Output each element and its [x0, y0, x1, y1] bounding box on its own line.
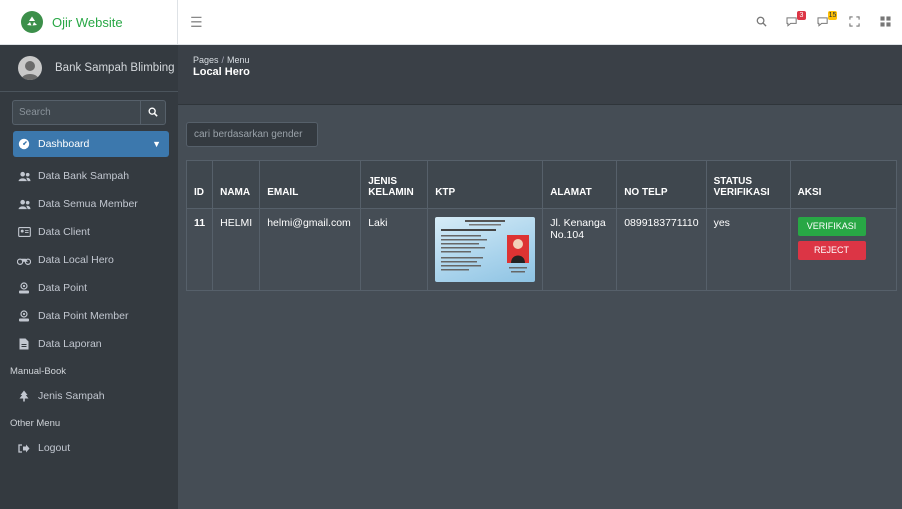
- apps-grid-icon[interactable]: [876, 15, 894, 30]
- id-card-icon: [17, 227, 31, 237]
- sidebar-item-label: Data Laporan: [38, 338, 102, 350]
- user-badge-icon: [17, 282, 31, 294]
- column-header-nama: NAMA: [212, 160, 261, 209]
- logout-icon: [17, 443, 31, 454]
- user-badge-icon: [17, 310, 31, 322]
- nav-header-other-menu: Other Menu: [10, 417, 61, 429]
- cell-status-verifikasi: yes: [705, 208, 791, 291]
- sidebar-item-dashboard[interactable]: Dashboard ▼: [13, 131, 169, 157]
- sidebar-item-data-semua-member[interactable]: Data Semua Member: [13, 191, 169, 217]
- local-hero-table: ID NAMA EMAIL JENIS KELAMIN KTP ALAMAT N…: [185, 160, 898, 291]
- brand-name: Ojir Website: [52, 14, 123, 30]
- messages-icon[interactable]: 3: [783, 10, 806, 30]
- tree-icon: [17, 390, 31, 402]
- reject-button[interactable]: REJECT: [797, 241, 866, 260]
- cell-aksi: VERIFIKASI REJECT: [789, 208, 898, 291]
- dashboard-icon: [17, 138, 31, 150]
- sidebar-item-label: Data Point Member: [38, 310, 129, 322]
- sidebar-item-label: Data Bank Sampah: [38, 170, 130, 182]
- hamburger-icon[interactable]: ☰: [190, 14, 203, 31]
- sidebar-search-input[interactable]: [12, 100, 140, 125]
- top-icon-group: 3 15: [752, 0, 894, 45]
- sidebar-item-label: Logout: [38, 442, 71, 454]
- column-header-email: EMAIL: [259, 160, 362, 209]
- cell-alamat: Jl. Kenanga No.104: [542, 208, 618, 291]
- breadcrumb-pages[interactable]: Pages: [193, 55, 219, 65]
- sidebar-search-button[interactable]: [140, 100, 166, 125]
- cell-nama: HELMI: [212, 208, 261, 291]
- messages-badge: 3: [797, 10, 806, 20]
- nav-header-manual-book: Manual-Book: [10, 365, 66, 377]
- chevron-down-icon: ▼: [152, 139, 161, 149]
- top-navbar: ☰ 3 15: [178, 0, 902, 45]
- users-icon: [17, 199, 31, 210]
- sidebar-item-jenis-sampah[interactable]: Jenis Sampah: [13, 383, 169, 409]
- column-header-no-telp: NO TELP: [616, 160, 707, 209]
- sidebar-item-logout[interactable]: Logout: [13, 435, 169, 461]
- breadcrumb-separator: /: [221, 55, 225, 65]
- column-header-aksi: AKSI: [789, 160, 898, 209]
- column-header-alamat: ALAMAT: [542, 160, 618, 209]
- document-icon: [17, 338, 31, 350]
- sidebar-item-label: Data Client: [38, 226, 90, 238]
- verify-button[interactable]: VERIFIKASI: [797, 217, 866, 236]
- page-title: Local Hero: [193, 66, 250, 78]
- users-icon: [17, 171, 31, 182]
- cell-id: 11: [185, 208, 214, 291]
- column-header-jenis-kelamin: JENIS KELAMIN: [360, 160, 429, 209]
- search-icon: [148, 105, 158, 120]
- fullscreen-icon[interactable]: [845, 15, 863, 30]
- sidebar: Bank Sampah Blimbing Dashboard ▼ Data Ba…: [0, 45, 178, 509]
- cell-email: helmi@gmail.com: [259, 208, 362, 291]
- gender-filter-input[interactable]: [186, 122, 318, 147]
- table-header-row: ID NAMA EMAIL JENIS KELAMIN KTP ALAMAT N…: [185, 160, 898, 209]
- avatar: [18, 56, 42, 80]
- user-name: Bank Sampah Blimbing: [55, 62, 175, 74]
- column-header-ktp: KTP: [427, 160, 544, 209]
- table-row: 11 HELMI helmi@gmail.com Laki Jl. Kenang…: [185, 208, 898, 291]
- sidebar-item-data-bank-sampah[interactable]: Data Bank Sampah: [13, 163, 169, 189]
- column-header-status-verifikasi: STATUS VERIFIKASI: [705, 160, 791, 209]
- notifications-icon[interactable]: 15: [814, 10, 837, 30]
- sidebar-search: [12, 100, 166, 125]
- sidebar-item-label: Data Point: [38, 282, 88, 294]
- cell-jenis-kelamin: Laki: [360, 208, 429, 291]
- sidebar-item-data-point[interactable]: Data Point: [13, 275, 169, 301]
- sidebar-item-label: Data Semua Member: [38, 198, 138, 210]
- sidebar-item-label: Data Local Hero: [38, 254, 114, 266]
- sidebar-item-label: Dashboard: [38, 138, 90, 150]
- sidebar-nav: Dashboard ▼ Data Bank Sampah Data Semua …: [0, 131, 178, 461]
- content-header: Pages / Menu Local Hero: [178, 45, 902, 105]
- motorcycle-icon: [17, 255, 31, 265]
- sidebar-item-label: Jenis Sampah: [38, 390, 105, 402]
- cell-ktp: [427, 208, 544, 291]
- search-icon[interactable]: [752, 16, 770, 30]
- sidebar-item-data-client[interactable]: Data Client: [13, 219, 169, 245]
- recycle-logo-icon: [21, 11, 43, 33]
- ktp-image[interactable]: [435, 217, 536, 282]
- notifications-badge: 15: [828, 10, 837, 20]
- brand[interactable]: Ojir Website: [0, 0, 178, 45]
- breadcrumb-current: Menu: [227, 55, 250, 65]
- cell-no-telp: 0899183771110: [616, 208, 707, 291]
- user-panel[interactable]: Bank Sampah Blimbing: [0, 45, 178, 92]
- sidebar-item-data-laporan[interactable]: Data Laporan: [13, 331, 169, 357]
- sidebar-item-data-point-member[interactable]: Data Point Member: [13, 303, 169, 329]
- column-header-id: ID: [185, 160, 214, 209]
- sidebar-item-data-local-hero[interactable]: Data Local Hero: [13, 247, 169, 273]
- breadcrumb: Pages / Menu: [193, 55, 902, 65]
